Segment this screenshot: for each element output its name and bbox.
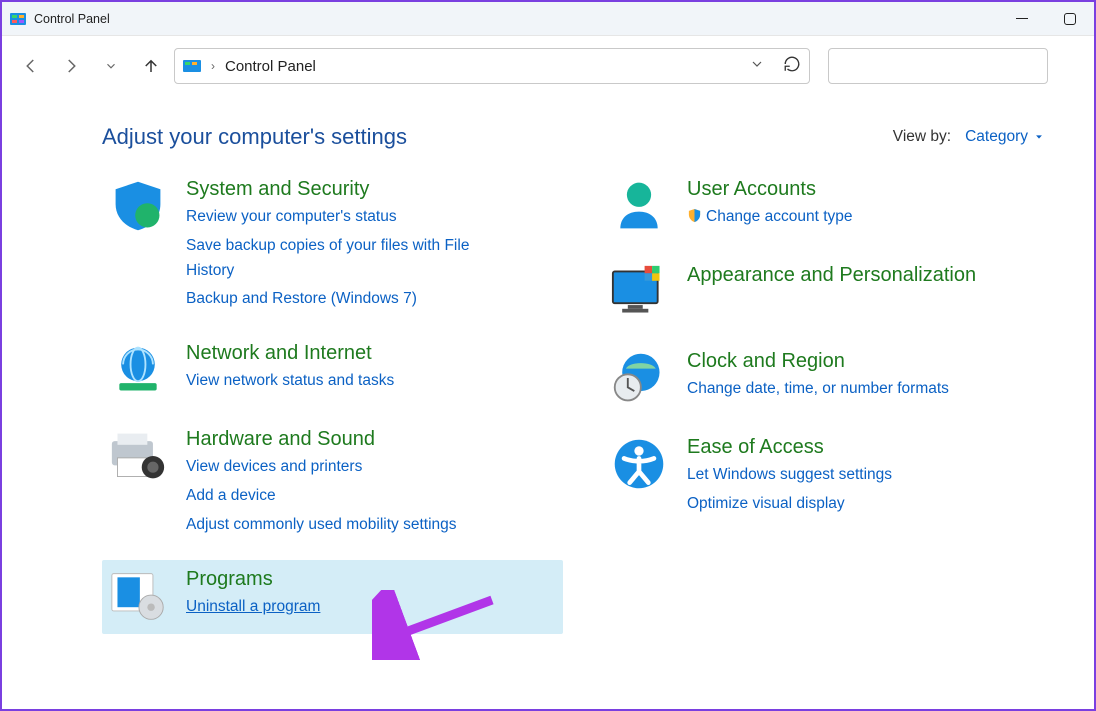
maximize-button[interactable] [1060,9,1080,29]
forward-button[interactable] [60,55,82,77]
category-grid: System and Security Review your computer… [2,160,1094,634]
category-title[interactable]: Programs [186,568,320,591]
control-panel-icon [10,11,26,27]
category-link[interactable]: Add a device [186,484,457,509]
category-link[interactable]: Backup and Restore (Windows 7) [186,287,506,312]
address-dropdown-icon[interactable] [749,56,765,77]
nav-row: › Control Panel [2,36,1094,96]
category-title[interactable]: Appearance and Personalization [687,264,976,287]
page-title: Adjust your computer's settings [102,124,407,150]
category-network[interactable]: Network and Internet View network status… [102,334,563,408]
category-title[interactable]: Ease of Access [687,436,892,459]
category-system-security[interactable]: System and Security Review your computer… [102,170,563,322]
category-ease-of-access[interactable]: Ease of Access Let Windows suggest setti… [603,428,1064,527]
back-button[interactable] [20,55,42,77]
printer-icon [108,428,168,484]
category-hardware[interactable]: Hardware and Sound View devices and prin… [102,420,563,547]
link-text: Change account type [706,208,853,225]
search-input[interactable] [828,48,1048,84]
category-link[interactable]: Change date, time, or number formats [687,377,949,402]
programs-icon [108,568,168,624]
address-bar[interactable]: › Control Panel [174,48,810,84]
category-link[interactable]: Optimize visual display [687,492,892,517]
category-link[interactable]: Review your computer's status [186,205,506,230]
clock-globe-icon [609,350,669,406]
category-title[interactable]: Network and Internet [186,342,394,365]
titlebar: Control Panel [2,2,1094,36]
breadcrumb[interactable]: Control Panel [225,58,316,75]
view-by-label: View by: [893,128,951,146]
address-icon [183,58,201,74]
view-by-dropdown[interactable]: Category [965,128,1044,146]
category-link[interactable]: View devices and printers [186,455,457,480]
breadcrumb-sep: › [211,59,215,73]
accessibility-icon [609,436,669,492]
shield-icon [108,178,168,234]
category-link[interactable]: Change account type [687,205,853,230]
recent-button[interactable] [100,55,122,77]
category-link[interactable]: Adjust commonly used mobility settings [186,513,457,538]
up-button[interactable] [140,55,162,77]
category-programs[interactable]: Programs Uninstall a program [102,560,563,634]
category-title[interactable]: Clock and Region [687,350,949,373]
category-user-accounts[interactable]: User Accounts Change account type [603,170,1064,244]
globe-icon [108,342,168,398]
refresh-icon[interactable] [783,55,801,78]
uninstall-program-link[interactable]: Uninstall a program [186,595,320,620]
view-by-value: Category [965,128,1028,146]
user-icon [609,178,669,234]
category-link[interactable]: Save backup copies of your files with Fi… [186,234,506,284]
category-link[interactable]: View network status and tasks [186,369,394,394]
window-title: Control Panel [34,12,110,26]
monitor-icon [609,264,669,320]
category-title[interactable]: Hardware and Sound [186,428,457,451]
minimize-button[interactable] [1012,9,1032,29]
category-title[interactable]: User Accounts [687,178,853,201]
category-title[interactable]: System and Security [186,178,506,201]
view-by: View by: Category [893,128,1054,146]
category-appearance[interactable]: Appearance and Personalization [603,256,1064,330]
uac-shield-icon [687,207,702,222]
category-link[interactable]: Let Windows suggest settings [687,463,892,488]
category-clock-region[interactable]: Clock and Region Change date, time, or n… [603,342,1064,416]
